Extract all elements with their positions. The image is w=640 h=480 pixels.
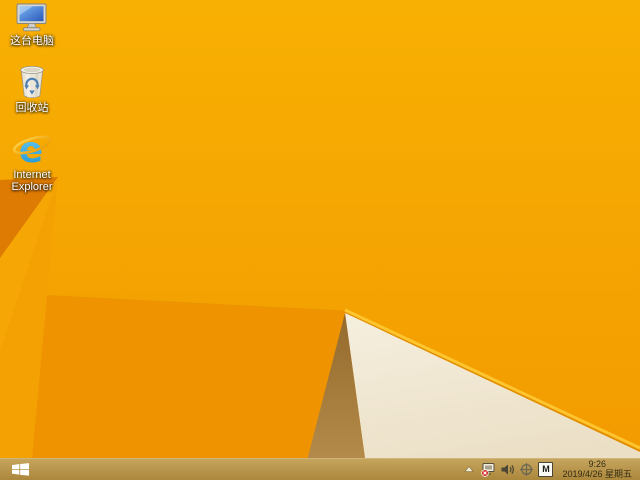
network-disconnected-icon [481, 462, 495, 477]
clock-date: 2019/4/26 星期五 [562, 469, 632, 479]
system-tray: M 9:26 2019/4/26 星期五 [461, 458, 640, 480]
desktop-icon-recycle-bin[interactable]: 回收站 [0, 64, 64, 114]
chevron-up-icon [464, 466, 475, 472]
network-status-button[interactable] [480, 458, 496, 480]
desktop: 这台电脑 回收站 e Internet Explorer M 9:26 2019… [0, 0, 640, 480]
desktop-icon-label: 这台电脑 [10, 35, 54, 47]
desktop-icon-label: 回收站 [15, 102, 49, 114]
crosshair-circle-icon [519, 462, 533, 476]
desktop-icon-label: Internet Explorer [11, 169, 53, 193]
this-pc-icon [16, 3, 47, 32]
recycle-bin-icon [20, 66, 44, 99]
speaker-icon [501, 464, 514, 474]
wallpaper [0, 0, 640, 480]
desktop-icon-this-pc[interactable]: 这台电脑 [0, 3, 64, 47]
internet-explorer-icon: e [12, 133, 52, 167]
start-button[interactable] [0, 458, 40, 480]
clock-time: 9:26 [588, 459, 606, 469]
input-indicator-button[interactable] [518, 458, 534, 480]
taskbar: M 9:26 2019/4/26 星期五 [0, 458, 640, 480]
show-hidden-icons-button[interactable] [461, 458, 477, 480]
desktop-icon-internet-explorer[interactable]: e Internet Explorer [0, 133, 64, 193]
taskbar-clock[interactable]: 9:26 2019/4/26 星期五 [557, 458, 636, 480]
windows-logo-icon [11, 462, 29, 476]
ime-mode-button[interactable]: M [538, 461, 554, 477]
volume-button[interactable] [499, 458, 515, 480]
